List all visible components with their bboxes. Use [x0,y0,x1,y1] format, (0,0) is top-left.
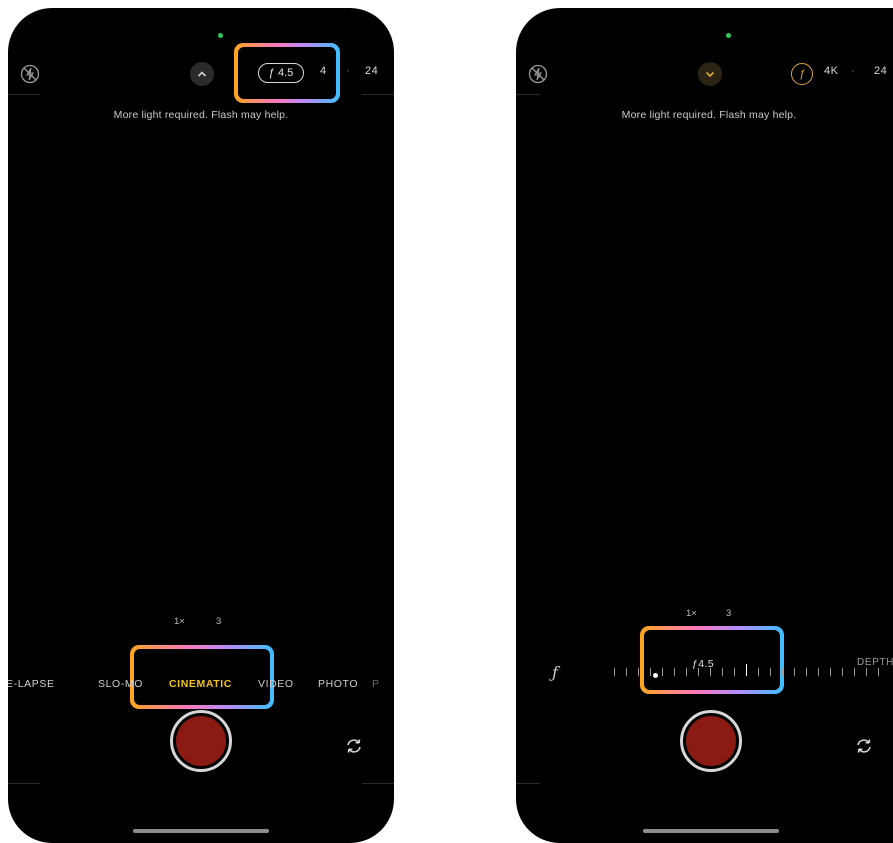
flash-off-icon[interactable] [20,64,40,84]
controls-toggle-button[interactable] [190,62,214,86]
depth-slider-tick [770,668,771,676]
flip-camera-icon[interactable] [343,735,365,757]
record-button-core [176,716,226,766]
camera-indicator-dot [218,33,223,38]
frame-edge-line [362,783,394,784]
depth-slider[interactable] [614,664,893,688]
frame-edge-line [516,94,540,95]
depth-slider-tick [674,668,675,676]
depth-slider-tick [878,668,879,676]
depth-slider-tick [650,668,651,676]
fps-label[interactable]: 24 [365,65,378,77]
home-indicator[interactable] [133,829,269,833]
depth-slider-tick [710,668,711,676]
depth-slider-tick [758,668,759,676]
depth-slider-tick [614,668,615,676]
depth-slider-tick [698,668,699,676]
zoom-3x-button[interactable]: 3 [726,608,731,619]
frame-edge-line [8,783,40,784]
depth-slider-tick [734,668,735,676]
flash-off-icon[interactable] [528,64,548,84]
home-indicator[interactable] [643,829,779,833]
depth-slider-tick [794,668,795,676]
mode-cinematic[interactable]: CINEMATIC [169,678,232,690]
fps-label[interactable]: 24 [874,65,887,77]
left-camera-screen: ƒ 4.5 4 · 24 More light required. Flash … [8,8,394,843]
aperture-button[interactable]: ƒ 4.5 [258,63,304,83]
record-button[interactable] [170,710,232,772]
depth-slider-tick [806,668,807,676]
controls-toggle-button[interactable] [698,62,722,86]
flip-camera-icon[interactable] [853,735,875,757]
depth-slider-tick [830,668,831,676]
separator-dot: · [851,65,856,77]
depth-slider-tick [866,668,867,676]
cinematic-highlight-frame [130,645,274,709]
depth-slider-tick [818,668,819,676]
depth-slider-tick [686,668,687,676]
frame-edge-line [516,783,540,784]
depth-slider-tick [722,668,723,676]
depth-slider-tick [854,668,855,676]
chevron-down-icon [705,71,715,78]
low-light-warning: More light required. Flash may help. [113,109,289,121]
record-button-core [686,716,736,766]
depth-slider-tick [842,668,843,676]
low-light-warning: More light required. Flash may help. [621,109,797,121]
mode-timelapse[interactable]: E-LAPSE [8,678,55,690]
format-label[interactable]: 4 [320,65,327,77]
right-camera-screen: ƒ 4K · 24 More light required. Flash may… [516,8,893,843]
separator-dot: · [346,65,351,77]
zoom-1x-button[interactable]: 1× [174,616,185,627]
chevron-up-icon [197,71,207,77]
depth-slider-tick [782,668,783,676]
mode-extra[interactable]: P [372,678,380,690]
mode-slomo[interactable]: SLO-MO [98,678,143,690]
format-label[interactable]: 4K [824,65,838,77]
depth-slider-tick [638,668,639,676]
zoom-3x-button[interactable]: 3 [216,616,221,627]
frame-edge-line [8,94,40,95]
depth-slider-tick [626,668,627,676]
mode-video[interactable]: VIDEO [258,678,294,690]
aperture-icon[interactable]: ƒ [791,63,813,85]
camera-indicator-dot [726,33,731,38]
mode-photo[interactable]: PHOTO [318,678,358,690]
depth-slider-tick [662,668,663,676]
depth-slider-center-tick [746,664,747,676]
frame-edge-line [362,94,394,95]
record-button[interactable] [680,710,742,772]
depth-f-symbol: ƒ [552,663,558,682]
zoom-1x-button[interactable]: 1× [686,608,697,619]
